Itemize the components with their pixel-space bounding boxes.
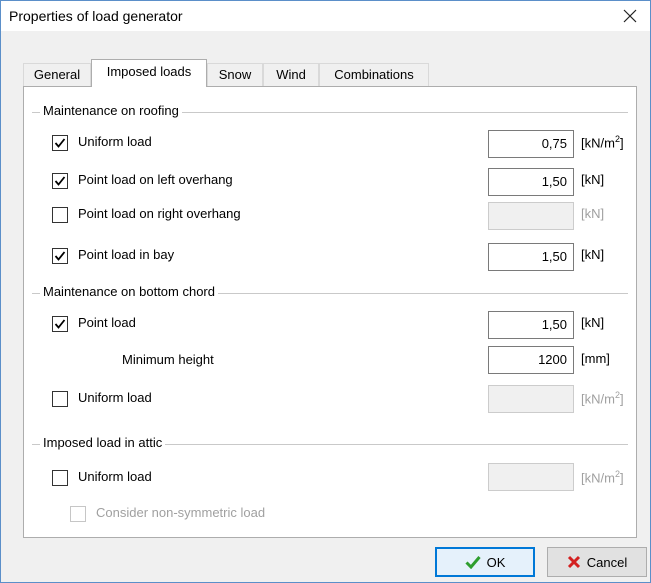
checkmark-icon [465, 556, 481, 569]
uniform-attic-checkbox[interactable] [52, 470, 68, 486]
point-left-input[interactable]: 1,50 [488, 168, 574, 196]
group-title-bottom-chord: Maintenance on bottom chord [40, 284, 218, 299]
point-bay-unit: [kN] [581, 247, 605, 262]
point-right-unit: [kN] [581, 206, 605, 221]
uniform-chord-unit: [kN/m2] [581, 390, 624, 407]
point-chord-input[interactable]: 1,50 [488, 311, 574, 339]
checkmark-icon [54, 176, 66, 186]
tab-label: Snow [218, 67, 252, 82]
tab-wind[interactable]: Wind [263, 63, 319, 86]
checkmark-icon [54, 251, 66, 261]
tab-panel: Maintenance on roofing Uniform load 0,75… [23, 86, 637, 538]
point-chord-checkbox[interactable] [52, 316, 68, 332]
tab-general[interactable]: General [23, 63, 91, 86]
close-icon [623, 9, 637, 23]
point-bay-input[interactable]: 1,50 [488, 243, 574, 271]
point-right-checkbox[interactable] [52, 207, 68, 223]
uniform-attic-unit: [kN/m2] [581, 469, 624, 486]
min-height-input[interactable]: 1200 [488, 346, 574, 374]
group-title-attic: Imposed load in attic [40, 435, 166, 450]
title-bar: Properties of load generator [1, 1, 650, 31]
uniform-roof-checkbox[interactable] [52, 135, 68, 151]
uniform-roof-input[interactable]: 0,75 [488, 130, 574, 158]
tab-label: Imposed loads [106, 64, 192, 79]
tab-label: General [33, 67, 81, 82]
non-symmetric-checkbox [70, 506, 86, 522]
cancel-button[interactable]: Cancel [547, 547, 647, 577]
point-left-unit: [kN] [581, 172, 605, 187]
tab-snow[interactable]: Snow [207, 63, 263, 86]
ok-button[interactable]: OK [435, 547, 535, 577]
min-height-unit: [mm] [581, 351, 610, 366]
dialog-window: Properties of load generator General Imp… [0, 0, 651, 583]
tab-label: Combinations [334, 67, 414, 82]
point-bay-label: Point load in bay [78, 247, 175, 262]
tab-label: Wind [276, 67, 306, 82]
uniform-chord-label: Uniform load [78, 390, 152, 405]
point-chord-unit: [kN] [581, 315, 605, 330]
ok-button-label: OK [486, 554, 506, 570]
point-right-label: Point load on right overhang [78, 206, 241, 221]
dialog-title: Properties of load generator [9, 8, 183, 24]
uniform-chord-input [488, 385, 574, 413]
point-right-input [488, 202, 574, 230]
point-bay-checkbox[interactable] [52, 248, 68, 264]
uniform-roof-unit: [kN/m2] [581, 134, 624, 151]
point-left-label: Point load on left overhang [78, 172, 233, 187]
cancel-x-icon [567, 555, 580, 569]
uniform-attic-input [488, 463, 574, 491]
checkmark-icon [54, 319, 66, 329]
cancel-button-label: Cancel [586, 554, 628, 570]
tab-combinations[interactable]: Combinations [319, 63, 429, 86]
group-title-roofing: Maintenance on roofing [40, 103, 182, 118]
non-symmetric-label: Consider non-symmetric load [96, 505, 266, 520]
tab-imposed-loads[interactable]: Imposed loads [91, 59, 207, 87]
uniform-chord-checkbox[interactable] [52, 391, 68, 407]
close-button[interactable] [610, 1, 650, 31]
point-left-checkbox[interactable] [52, 173, 68, 189]
uniform-attic-label: Uniform load [78, 469, 152, 484]
min-height-label: Minimum height [122, 352, 214, 367]
checkmark-icon [54, 138, 66, 148]
point-chord-label: Point load [78, 315, 136, 330]
uniform-roof-label: Uniform load [78, 134, 152, 149]
